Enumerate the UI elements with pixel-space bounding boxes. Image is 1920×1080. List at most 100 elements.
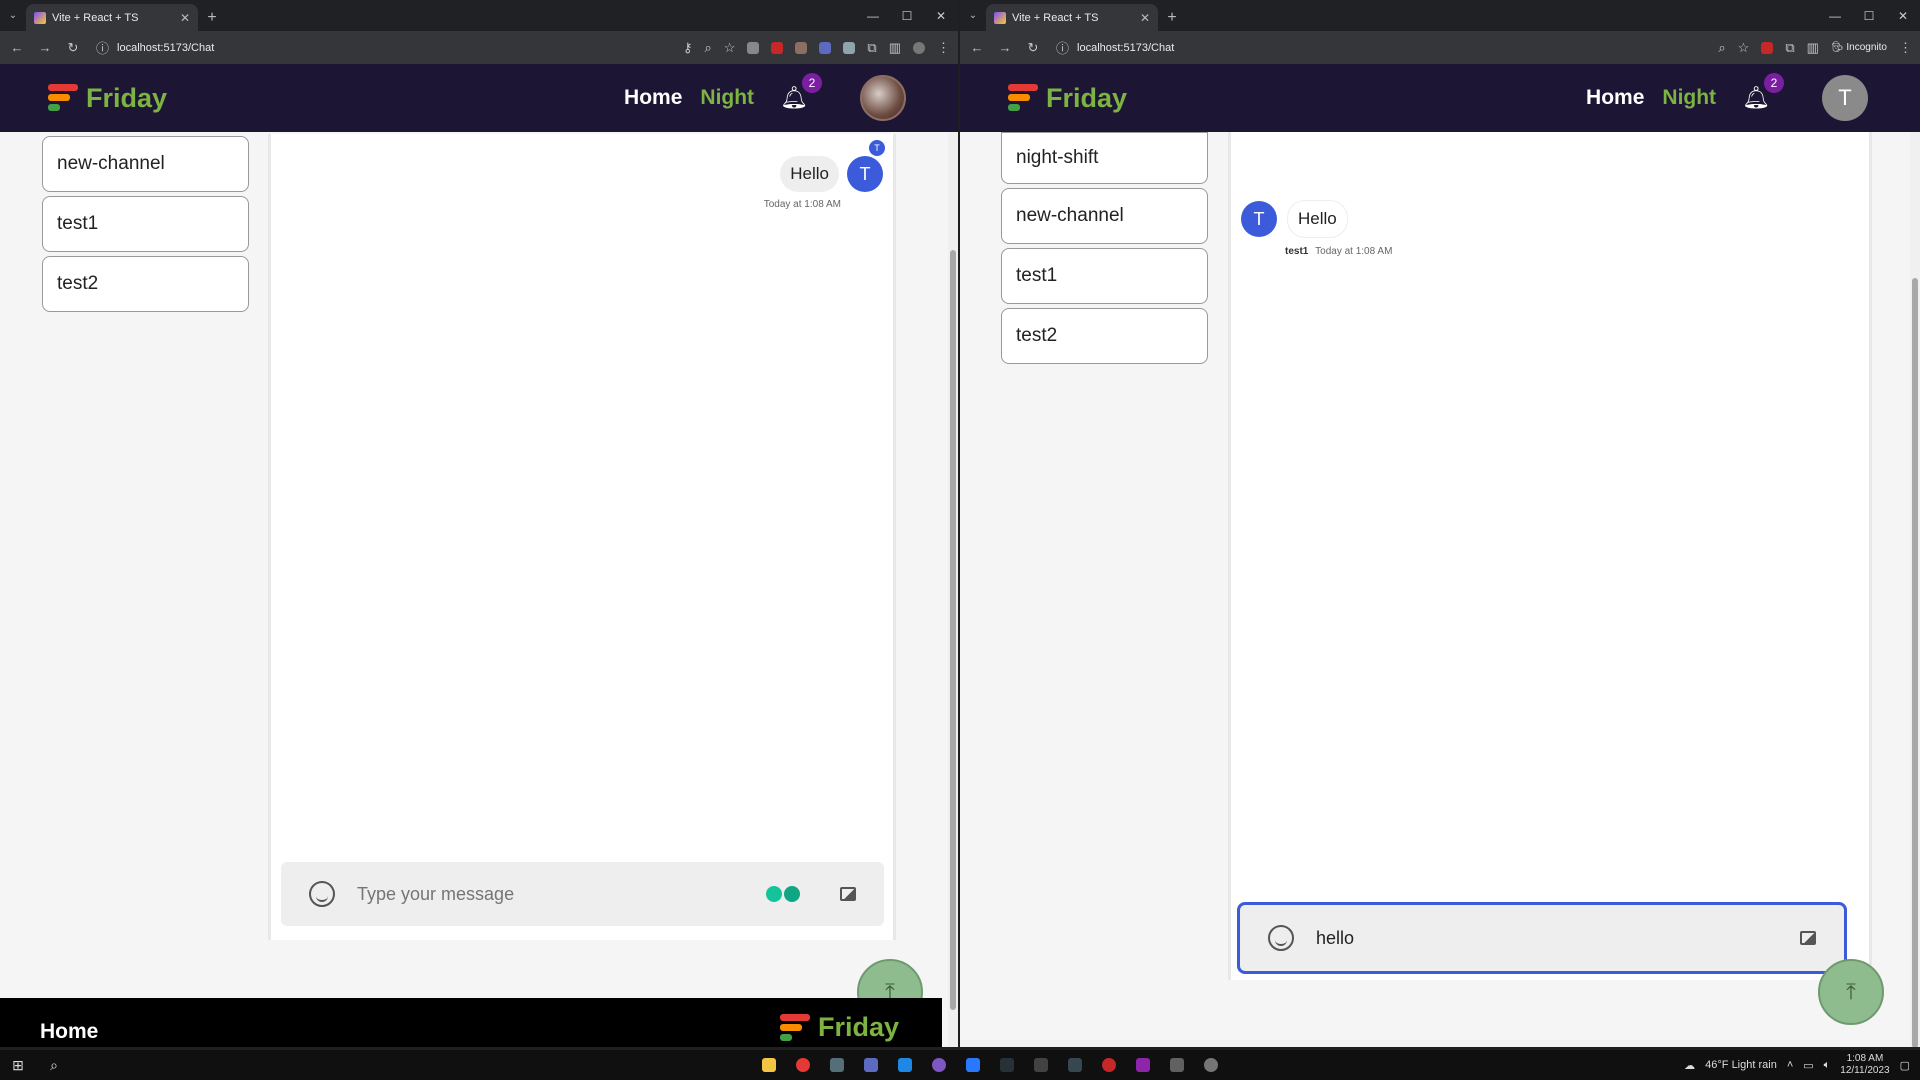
maximize-icon[interactable]: ☐ <box>1852 0 1886 31</box>
weather-cloud-icon[interactable]: ☁ <box>1684 1059 1695 1072</box>
tray-chevron-icon[interactable]: ˄ <box>1787 1059 1793 1071</box>
reload-icon[interactable]: ↻ <box>64 40 82 56</box>
channel-item[interactable]: night-shift <box>1001 132 1208 184</box>
zoom-icon[interactable]: ⌕ <box>704 40 711 56</box>
app-icon[interactable] <box>864 1058 878 1072</box>
tab-search-icon[interactable]: ⌄ <box>0 0 26 31</box>
sender-avatar[interactable]: T <box>847 156 883 192</box>
extension-icon[interactable] <box>771 41 784 54</box>
close-tab-icon[interactable]: ✕ <box>180 11 190 25</box>
nav-home-link[interactable]: Home <box>624 86 682 110</box>
message-bubble[interactable]: Hello <box>780 156 839 192</box>
footer-logo[interactable]: Friday <box>780 1012 899 1043</box>
image-upload-icon[interactable] <box>840 887 856 901</box>
back-icon[interactable]: ← <box>968 40 986 55</box>
footer-home-link[interactable]: Home <box>40 1020 98 1044</box>
side-panel-icon[interactable]: ▥ <box>1807 40 1819 56</box>
x-app-icon[interactable] <box>1068 1058 1082 1072</box>
scrollbar-thumb[interactable] <box>1912 278 1918 1047</box>
tab-search-icon[interactable]: ⌄ <box>960 0 986 31</box>
windows-start-icon[interactable]: ⊞ <box>6 1053 30 1077</box>
scroll-to-top-button[interactable]: ⤒ <box>1818 959 1884 1025</box>
notification-center-icon[interactable]: ▢ <box>1900 1059 1910 1072</box>
chrome-icon[interactable] <box>796 1058 810 1072</box>
emoji-icon[interactable] <box>1268 925 1294 951</box>
forward-icon[interactable]: → <box>996 40 1014 55</box>
extension-icon[interactable] <box>819 41 832 54</box>
forward-icon[interactable]: → <box>36 40 54 55</box>
site-info-icon[interactable]: ⓘ <box>1056 38 1069 57</box>
nav-night-link[interactable]: Night <box>1662 86 1716 110</box>
nav-home-link[interactable]: Home <box>1586 86 1644 110</box>
extension-icon[interactable] <box>1761 41 1774 54</box>
channel-item[interactable]: test2 <box>1001 308 1208 364</box>
browser-tab[interactable]: Vite + React + TS ✕ <box>26 4 198 31</box>
close-tab-icon[interactable]: ✕ <box>1140 11 1150 25</box>
new-tab-icon[interactable]: + <box>198 4 226 31</box>
browser-tab[interactable]: Vite + React + TS ✕ <box>986 4 1158 31</box>
password-key-icon[interactable]: ⚷ <box>683 40 693 56</box>
message-input[interactable] <box>357 883 766 905</box>
new-tab-icon[interactable]: + <box>1158 4 1186 31</box>
bookmark-star-icon[interactable]: ☆ <box>724 40 736 56</box>
weather-text[interactable]: 46°F Light rain <box>1705 1059 1777 1071</box>
sender-avatar[interactable]: T <box>1241 201 1277 237</box>
notification-bell-icon[interactable]: 🔔︎ 2 <box>780 73 822 111</box>
app-icon[interactable] <box>932 1058 946 1072</box>
app-icon[interactable] <box>1136 1058 1150 1072</box>
grammar-extension-icon[interactable] <box>766 886 800 902</box>
zoom-app-icon[interactable] <box>966 1058 980 1072</box>
back-icon[interactable]: ← <box>8 40 26 55</box>
notification-bell-icon[interactable]: 🔔︎ 2 <box>1742 73 1784 111</box>
file-explorer-icon[interactable] <box>762 1058 776 1072</box>
page-scrollbar[interactable] <box>1910 132 1920 1047</box>
scrollbar-thumb[interactable] <box>950 250 956 1010</box>
app-icon[interactable] <box>1034 1058 1048 1072</box>
app-icon[interactable] <box>1170 1058 1184 1072</box>
extension-icon[interactable] <box>795 41 808 54</box>
minimize-icon[interactable]: — <box>1818 0 1852 31</box>
puzzle-icon[interactable]: ⧉ <box>867 40 876 56</box>
profile-icon[interactable] <box>913 41 925 54</box>
address-bar[interactable]: ⓘ localhost:5173/Chat <box>1052 34 1709 61</box>
channel-item[interactable]: test1 <box>1001 248 1208 304</box>
search-icon[interactable]: ⌕ <box>42 1053 66 1077</box>
extension-icon[interactable] <box>843 41 856 54</box>
app-icon[interactable] <box>1204 1058 1218 1072</box>
puzzle-icon[interactable]: ⧉ <box>1785 40 1794 56</box>
channel-item[interactable]: new-channel <box>1001 188 1208 244</box>
image-upload-icon[interactable] <box>1800 931 1816 945</box>
side-panel-icon[interactable]: ▥ <box>889 40 901 56</box>
menu-dots-icon[interactable]: ⋮ <box>1899 40 1912 56</box>
steam-icon[interactable] <box>1000 1058 1014 1072</box>
menu-dots-icon[interactable]: ⋮ <box>937 40 950 56</box>
emoji-icon[interactable] <box>309 881 335 907</box>
clock[interactable]: 1:08 AM 12/11/2023 <box>1840 1053 1889 1077</box>
channel-item[interactable]: new-channel <box>42 136 249 192</box>
reload-icon[interactable]: ↻ <box>1024 40 1042 56</box>
user-avatar[interactable]: T <box>1822 75 1868 121</box>
page-scrollbar[interactable] <box>948 132 958 1047</box>
extension-icon[interactable] <box>747 41 760 54</box>
close-window-icon[interactable]: ✕ <box>924 0 958 31</box>
network-icon[interactable]: ▭ <box>1803 1059 1813 1072</box>
calendar-icon[interactable] <box>830 1058 844 1072</box>
message-bubble[interactable]: Hello <box>1287 200 1348 238</box>
app-icon[interactable] <box>1102 1058 1116 1072</box>
nav-night-link[interactable]: Night <box>700 86 754 110</box>
site-info-icon[interactable]: ⓘ <box>96 38 109 57</box>
maximize-icon[interactable]: ☐ <box>890 0 924 31</box>
bookmark-star-icon[interactable]: ☆ <box>1738 40 1750 56</box>
address-bar[interactable]: ⓘ localhost:5173/Chat <box>92 34 673 61</box>
vscode-icon[interactable] <box>898 1058 912 1072</box>
channel-item[interactable]: test2 <box>42 256 249 312</box>
friday-logo[interactable]: Friday <box>1008 83 1127 114</box>
user-avatar[interactable] <box>860 75 906 121</box>
close-window-icon[interactable]: ✕ <box>1886 0 1920 31</box>
message-input[interactable] <box>1316 927 1800 949</box>
friday-logo[interactable]: Friday <box>48 83 167 114</box>
volume-icon[interactable]: 🔈︎ <box>1824 1059 1831 1072</box>
incognito-indicator[interactable]: 🕵︎ Incognito <box>1831 42 1887 53</box>
channel-item[interactable]: test1 <box>42 196 249 252</box>
minimize-icon[interactable]: — <box>856 0 890 31</box>
